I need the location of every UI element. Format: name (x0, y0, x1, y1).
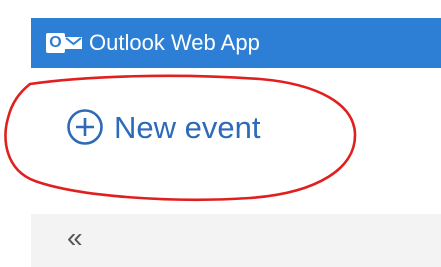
double-chevron-left-icon[interactable]: « (67, 224, 83, 252)
new-event-label: New event (114, 109, 261, 145)
outlook-logo-icon: O (46, 32, 84, 54)
new-event-button[interactable]: New event (66, 108, 260, 146)
app-title[interactable]: Outlook Web App (89, 32, 260, 54)
envelope-icon (65, 37, 82, 49)
app-header: O Outlook Web App (31, 18, 441, 68)
navigation-pane-footer: « (31, 214, 441, 267)
logo-letter: O (46, 33, 65, 53)
plus-circle-icon (67, 109, 103, 145)
